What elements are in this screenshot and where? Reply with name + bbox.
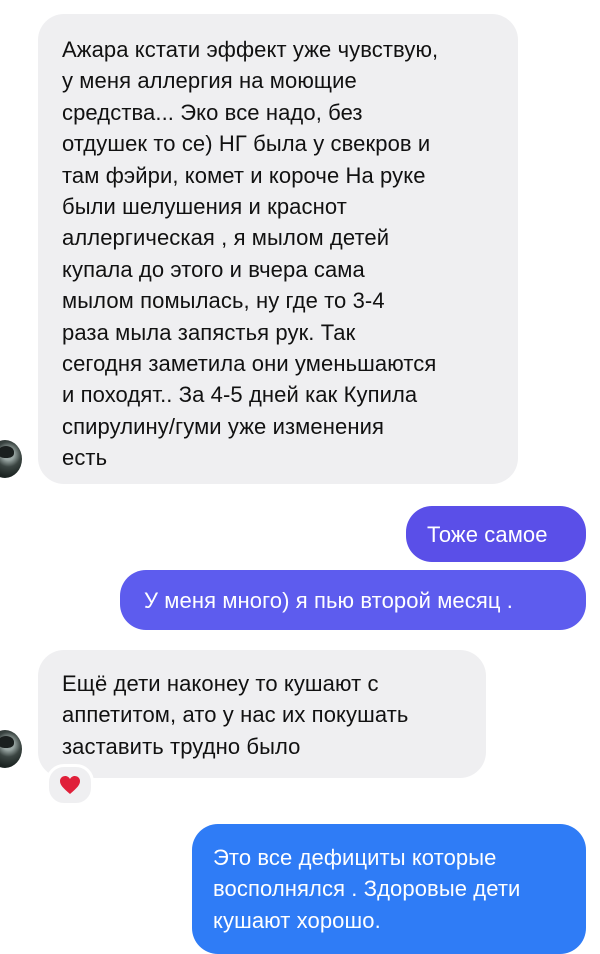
outgoing-message-bubble[interactable]: Это все дефициты которые восполнялся . З… xyxy=(192,824,586,954)
message-line: аллергическая , я мылом детей xyxy=(62,225,390,251)
message-line: восполнялся . Здоровые дети xyxy=(213,876,521,902)
message-line: купала до этого и вчера сама xyxy=(62,256,365,282)
message-line: кушают хорошо. xyxy=(213,907,381,933)
contact-avatar[interactable] xyxy=(0,440,22,478)
incoming-message-bubble[interactable]: Ажара кстати эффект уже чувствую, у меня… xyxy=(38,14,518,484)
message-line: отдушек то се) НГ была у свекров и xyxy=(62,131,431,157)
message-line: средства... Эко все надо, без xyxy=(62,99,363,125)
message-line: Тоже самое xyxy=(427,522,548,547)
message-line: У меня много) я пью второй месяц . xyxy=(144,588,513,613)
message-line: раза мыла запястья рук. Так xyxy=(62,319,356,345)
message-line: Ещё дети наконеу то кушают с xyxy=(62,671,379,696)
message-line: Это все дефициты которые xyxy=(213,845,497,870)
message-line: есть xyxy=(62,445,108,471)
heart-icon xyxy=(60,776,80,794)
message-line: спирулину/гуми уже изменения xyxy=(62,413,384,439)
message-line: сегодня заметила они уменьшаются xyxy=(62,351,437,377)
message-line: и походят.. За 4-5 дней как Купила xyxy=(62,382,418,408)
contact-avatar[interactable] xyxy=(0,730,22,768)
outgoing-message-bubble[interactable]: У меня много) я пью второй месяц . xyxy=(120,570,586,630)
outgoing-message-bubble[interactable]: Тоже самое xyxy=(406,506,586,562)
message-line: аппетитом, ато у нас их покушать xyxy=(62,702,409,728)
message-line: мылом помылась, ну где то 3-4 xyxy=(62,288,385,314)
heart-reaction[interactable] xyxy=(46,764,94,806)
message-line: были шелушения и краснот xyxy=(62,194,347,220)
message-line: заставить трудно было xyxy=(62,733,301,759)
message-line: у меня аллергия на моющие xyxy=(62,68,357,94)
incoming-message-bubble[interactable]: Ещё дети наконеу то кушают с аппетитом, … xyxy=(38,650,486,778)
message-line: Ажара кстати эффект уже чувствую, xyxy=(62,37,439,62)
message-line: там фэйри, комет и короче На руке xyxy=(62,162,426,188)
